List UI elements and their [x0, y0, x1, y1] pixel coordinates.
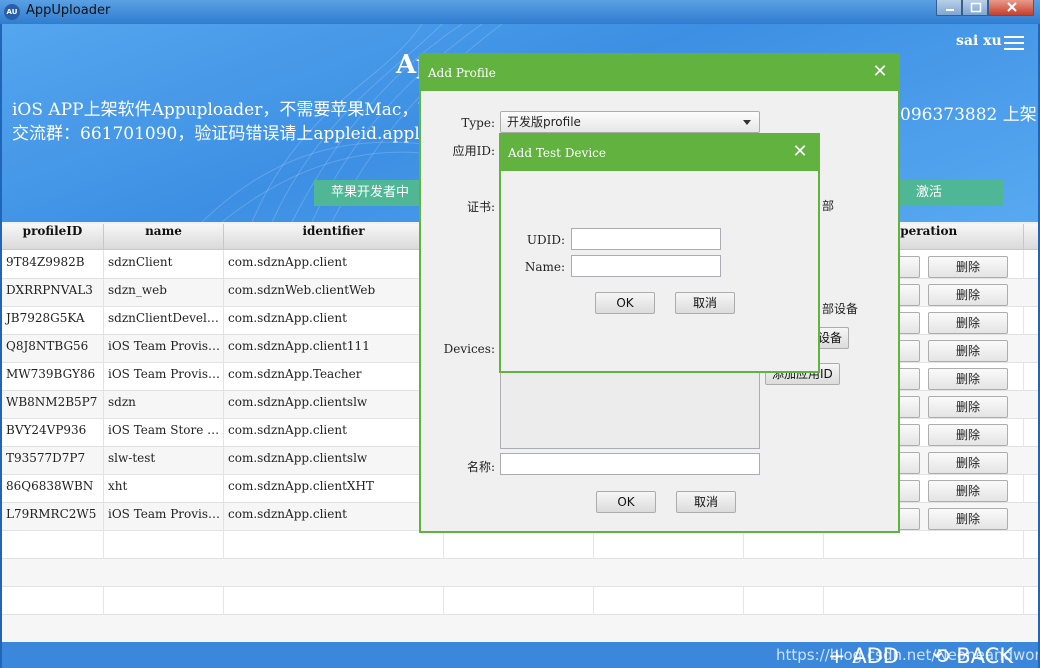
cell-name: iOS Team Provisioni... — [104, 335, 224, 363]
type-label: Type: — [461, 116, 495, 130]
maximize-button[interactable] — [962, 0, 988, 16]
cell-name: sdzn — [104, 391, 224, 419]
cancel-button[interactable]: 取消 — [676, 491, 736, 513]
delete-button[interactable]: 删除 — [928, 396, 1008, 418]
ok-button[interactable]: OK — [596, 491, 656, 513]
cell-name: iOS Team Provisioni... — [104, 503, 224, 531]
cell-name: iOS Team Store Prov... — [104, 419, 224, 447]
cell-profileid: BVY24VP936 — [2, 419, 104, 447]
cell-name: sdzn_web — [104, 279, 224, 307]
certificate-label: 证书: — [466, 200, 495, 214]
maximize-icon — [970, 2, 982, 13]
select-all-text: 部 — [822, 199, 835, 213]
cell-identifier: com.sdznApp.Teacher — [224, 363, 444, 391]
name-label: 名称: — [466, 460, 495, 474]
cell-profileid: 9T84Z9982B — [2, 251, 104, 279]
add-test-device-dialog: Add Test Device ✕ UDID: Name: OK 取消 — [499, 133, 820, 373]
chevron-down-icon — [743, 120, 751, 125]
device-ok-button[interactable]: OK — [595, 292, 655, 314]
delete-button[interactable]: 删除 — [928, 340, 1008, 362]
cell-identifier: com.sdznApp.client111 — [224, 335, 444, 363]
developer-center-button[interactable]: 苹果开发者中 — [314, 180, 426, 206]
cell-identifier: com.sdznApp.clientslw — [224, 447, 444, 475]
close-icon — [1007, 2, 1017, 12]
cell-profileid: JB7928G5KA — [2, 307, 104, 335]
cell-name: iOS Team Provisioni... — [104, 363, 224, 391]
column-header-profileid[interactable]: profileID — [2, 224, 104, 250]
banner-info-right: 096373882 上架 — [900, 105, 1037, 125]
window-title: AppUploader — [26, 3, 111, 18]
add-device-title: Add Test Device — [501, 135, 818, 171]
cell-identifier: com.sdznApp.client — [224, 307, 444, 335]
close-icon[interactable]: ✕ — [871, 63, 889, 81]
bottom-bar: https://blog.csdn.net/Neoneandworl + ADD… — [2, 642, 1038, 668]
cell-identifier: com.sdznApp.clientslw — [224, 391, 444, 419]
cell-profileid: T93577D7P7 — [2, 447, 104, 475]
table-row[interactable] — [2, 559, 1038, 587]
column-header-name[interactable]: name — [104, 224, 224, 250]
add-button[interactable]: + ADD — [828, 644, 899, 668]
appid-label: 应用ID: — [452, 144, 495, 158]
device-name-input[interactable] — [571, 255, 721, 277]
cell-name: xht — [104, 475, 224, 503]
window-titlebar[interactable]: AU AppUploader — [0, 0, 1040, 24]
delete-button[interactable]: 删除 — [928, 452, 1008, 474]
cell-profileid: L79RMRC2W5 — [2, 503, 104, 531]
delete-button[interactable]: 删除 — [928, 508, 1008, 530]
cell-identifier: com.sdznApp.clientXHT — [224, 475, 444, 503]
cell-identifier: com.sdznApp.client — [224, 419, 444, 447]
cell-name: sdznClientDevelopm... — [104, 307, 224, 335]
close-icon[interactable]: ✕ — [791, 143, 809, 161]
table-row[interactable] — [2, 531, 1038, 559]
udid-label: UDID: — [526, 233, 565, 247]
cell-profileid: MW739BGY86 — [2, 363, 104, 391]
cell-identifier: com.sdznWeb.clientWeb — [224, 279, 444, 307]
cell-profileid: DXRRPNVAL3 — [2, 279, 104, 307]
app-logo-icon: AU — [4, 4, 20, 20]
devices-list[interactable] — [500, 367, 760, 449]
cell-identifier: com.sdznApp.client — [224, 503, 444, 531]
device-cancel-button[interactable]: 取消 — [675, 292, 735, 314]
profile-name-input[interactable] — [500, 453, 760, 475]
cell-profileid: WB8NM2B5P7 — [2, 391, 104, 419]
cell-identifier: com.sdznApp.client — [224, 251, 444, 279]
cell-name: slw-test — [104, 447, 224, 475]
user-name[interactable]: sai xu — [956, 33, 1002, 49]
delete-button[interactable]: 删除 — [928, 368, 1008, 390]
type-select-value: 开发版profile — [507, 115, 581, 129]
delete-button[interactable]: 删除 — [928, 424, 1008, 446]
hamburger-menu-icon[interactable] — [1004, 36, 1024, 50]
window-close-button[interactable] — [988, 0, 1034, 16]
add-profile-title: Add Profile — [421, 55, 898, 91]
table-row[interactable] — [2, 587, 1038, 615]
back-button[interactable]: ⟲ BACK — [932, 644, 1013, 668]
delete-button[interactable]: 删除 — [928, 312, 1008, 334]
cell-profileid: 86Q6838WBN — [2, 475, 104, 503]
table-row[interactable] — [2, 615, 1038, 643]
cell-profileid: Q8J8NTBG56 — [2, 335, 104, 363]
minimize-button[interactable] — [936, 0, 962, 16]
delete-button[interactable]: 删除 — [928, 256, 1008, 278]
column-header-identifier[interactable]: identifier — [224, 224, 444, 250]
delete-button[interactable]: 删除 — [928, 284, 1008, 306]
minimize-icon — [946, 9, 954, 11]
type-select[interactable]: 开发版profile — [500, 111, 760, 133]
delete-button[interactable]: 删除 — [928, 480, 1008, 502]
udid-input[interactable] — [571, 228, 721, 250]
cell-name: sdznClient — [104, 251, 224, 279]
all-devices-text: 部设备 — [822, 302, 859, 316]
devices-label: Devices: — [443, 342, 495, 356]
device-name-label: Name: — [524, 260, 565, 274]
